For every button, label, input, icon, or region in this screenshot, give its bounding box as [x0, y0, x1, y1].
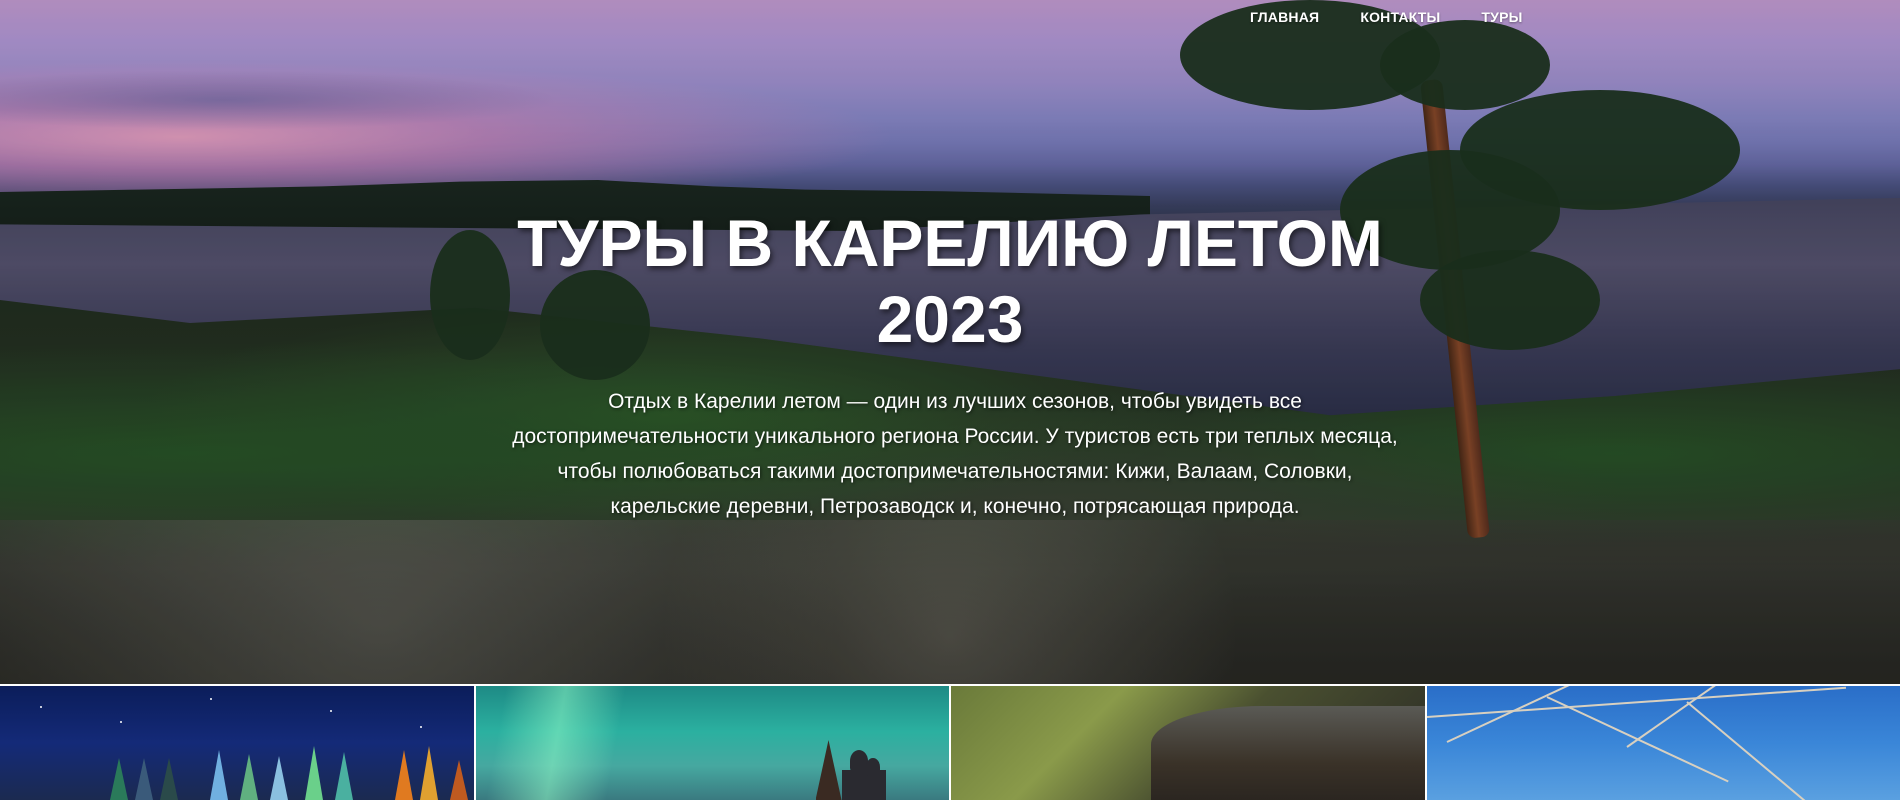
hero-description-line4: карельские деревни, Петрозаводск и, коне… [610, 495, 1300, 518]
glowing-tree [450, 760, 468, 800]
glowing-tree [110, 758, 128, 800]
gallery-photo-aurora-church[interactable] [475, 684, 949, 800]
glowing-tree [160, 758, 178, 800]
hero-title: ТУРЫ В КАРЕЛИЮ ЛЕТОМ 2023 [450, 205, 1450, 357]
glowing-tree [305, 746, 323, 800]
church-dome [849, 750, 868, 772]
star [330, 710, 332, 712]
hero-title-line1: ТУРЫ В КАРЕЛИЮ ЛЕТОМ [517, 206, 1383, 280]
gallery-photo-river[interactable] [951, 684, 1425, 800]
glowing-tree [335, 752, 353, 800]
hero-description: Отдых в Карелии летом — один из лучших с… [455, 384, 1455, 524]
hero-description-line2: достопримечательности уникального регион… [512, 425, 1398, 448]
top-nav: ГЛАВНАЯ КОНТАКТЫ ТУРЫ [1250, 9, 1523, 25]
glowing-tree [420, 746, 438, 800]
hero-section: ГЛАВНАЯ КОНТАКТЫ ТУРЫ ТУРЫ В КАРЕЛИЮ ЛЕТ… [0, 0, 1900, 684]
glowing-tree [240, 754, 258, 800]
tower-beam [1685, 701, 1810, 800]
hero-description-line3: чтобы полюбоваться такими достопримечате… [557, 460, 1353, 483]
hero-title-line2: 2023 [876, 282, 1024, 356]
church-dome [865, 758, 880, 776]
wooden-church [815, 740, 886, 800]
star [210, 698, 212, 700]
glowing-tree [395, 750, 413, 800]
tower-beam [1426, 686, 1846, 718]
glowing-tree [210, 750, 228, 800]
nav-item-tours[interactable]: ТУРЫ [1481, 9, 1522, 25]
nav-item-contacts[interactable]: КОНТАКТЫ [1360, 9, 1440, 25]
nav-item-home[interactable]: ГЛАВНАЯ [1250, 9, 1319, 25]
gallery-photo-tower[interactable] [1426, 684, 1900, 800]
glowing-tree [135, 758, 153, 800]
church-spire [815, 740, 842, 800]
glowing-tree [270, 756, 288, 800]
river [1151, 706, 1425, 800]
aurora [485, 686, 626, 800]
gallery-photo-night-forest[interactable] [0, 684, 474, 800]
star [120, 721, 122, 723]
star [40, 706, 42, 708]
star [420, 726, 422, 728]
hero-description-line1: Отдых в Карелии летом — один из лучших с… [608, 390, 1302, 413]
photo-gallery [0, 684, 1900, 800]
